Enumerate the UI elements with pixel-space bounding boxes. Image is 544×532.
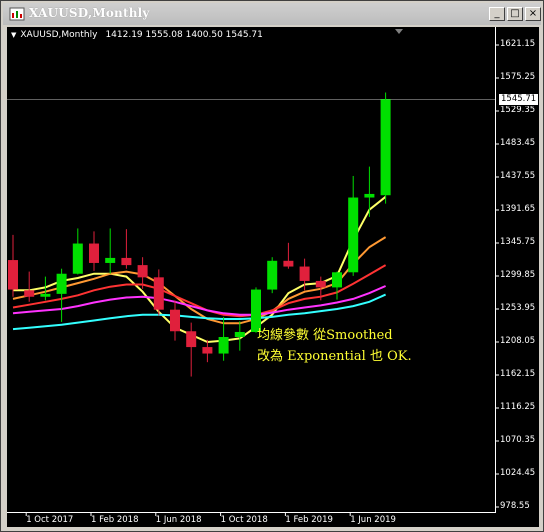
candle-body bbox=[56, 273, 67, 294]
candle-body bbox=[186, 331, 197, 348]
moving-average-line-1 bbox=[13, 196, 387, 344]
price-tick-label: 1299.85 bbox=[500, 270, 536, 280]
candle-body bbox=[89, 243, 99, 263]
price-axis-line bbox=[495, 27, 496, 512]
close-button[interactable]: × bbox=[525, 7, 541, 21]
candle-body bbox=[137, 265, 148, 278]
candle-body bbox=[218, 337, 229, 354]
annotation-line-2: 改為 Exponential 也 OK. bbox=[257, 349, 412, 364]
date-tick-label: 1 Feb 2018 bbox=[91, 515, 139, 525]
window-title: XAUUSD,Monthly bbox=[29, 6, 150, 20]
date-tick-label: 1 Oct 2018 bbox=[220, 515, 268, 525]
triangle-down-icon bbox=[395, 29, 403, 34]
price-tick-label: 1621.15 bbox=[500, 39, 536, 49]
candle-body bbox=[72, 243, 83, 274]
price-tick-label: 1391.65 bbox=[500, 204, 536, 214]
annotation-line-1: 均線參數 從Smoothed bbox=[257, 328, 393, 343]
current-price-label: 1545.71 bbox=[498, 93, 539, 106]
candle-body bbox=[299, 266, 310, 281]
candle-body bbox=[283, 260, 294, 267]
price-chart[interactable]: ▼ XAUUSD,Monthly 1412.19 1555.08 1400.50 1… bbox=[7, 27, 539, 527]
price-tick-label: 978.55 bbox=[500, 501, 530, 511]
candle-body bbox=[170, 309, 180, 332]
plot-area[interactable] bbox=[7, 27, 539, 527]
candle-body bbox=[8, 260, 18, 290]
price-tick-label: 1529.35 bbox=[500, 105, 536, 115]
candle-body bbox=[105, 257, 116, 263]
price-tick-label: 1070.35 bbox=[500, 435, 536, 445]
chart-window: XAUUSD,Monthly _ □ × ▼ XAUUSD,Monthly 1412… bbox=[0, 0, 544, 532]
candle-body bbox=[332, 272, 342, 288]
candle-body bbox=[315, 280, 326, 288]
price-tick-label: 1024.45 bbox=[500, 468, 536, 478]
price-tick-label: 1162.15 bbox=[500, 369, 536, 379]
candle-body bbox=[121, 257, 132, 266]
price-tick-label: 1253.95 bbox=[500, 303, 536, 313]
date-tick-label: 1 Oct 2017 bbox=[26, 515, 74, 525]
price-tick-label: 1437.55 bbox=[500, 171, 536, 181]
chart-window-icon bbox=[9, 7, 25, 21]
maximize-button[interactable]: □ bbox=[507, 7, 523, 21]
date-tick-label: 1 Jun 2018 bbox=[155, 515, 202, 525]
candle-body bbox=[380, 99, 391, 196]
minimize-button[interactable]: _ bbox=[489, 7, 505, 21]
price-tick-label: 1116.25 bbox=[500, 402, 536, 412]
candle-body bbox=[267, 260, 278, 290]
candle-body bbox=[364, 193, 375, 198]
candle-body bbox=[153, 277, 164, 310]
candle-body bbox=[234, 331, 245, 338]
candle-body bbox=[202, 347, 213, 354]
price-tick-label: 1345.75 bbox=[500, 237, 536, 247]
price-tick-label: 1575.25 bbox=[500, 72, 536, 82]
price-tick-label: 1483.45 bbox=[500, 138, 536, 148]
price-tick-label: 1208.05 bbox=[500, 336, 536, 346]
time-axis-line bbox=[7, 512, 496, 513]
candle-body bbox=[24, 290, 35, 297]
date-tick-label: 1 Feb 2019 bbox=[285, 515, 333, 525]
title-bar[interactable]: XAUUSD,Monthly _ □ × bbox=[3, 3, 541, 25]
date-tick-label: 1 Jun 2019 bbox=[350, 515, 396, 525]
candle-body bbox=[348, 197, 359, 273]
candle-body bbox=[40, 293, 51, 297]
